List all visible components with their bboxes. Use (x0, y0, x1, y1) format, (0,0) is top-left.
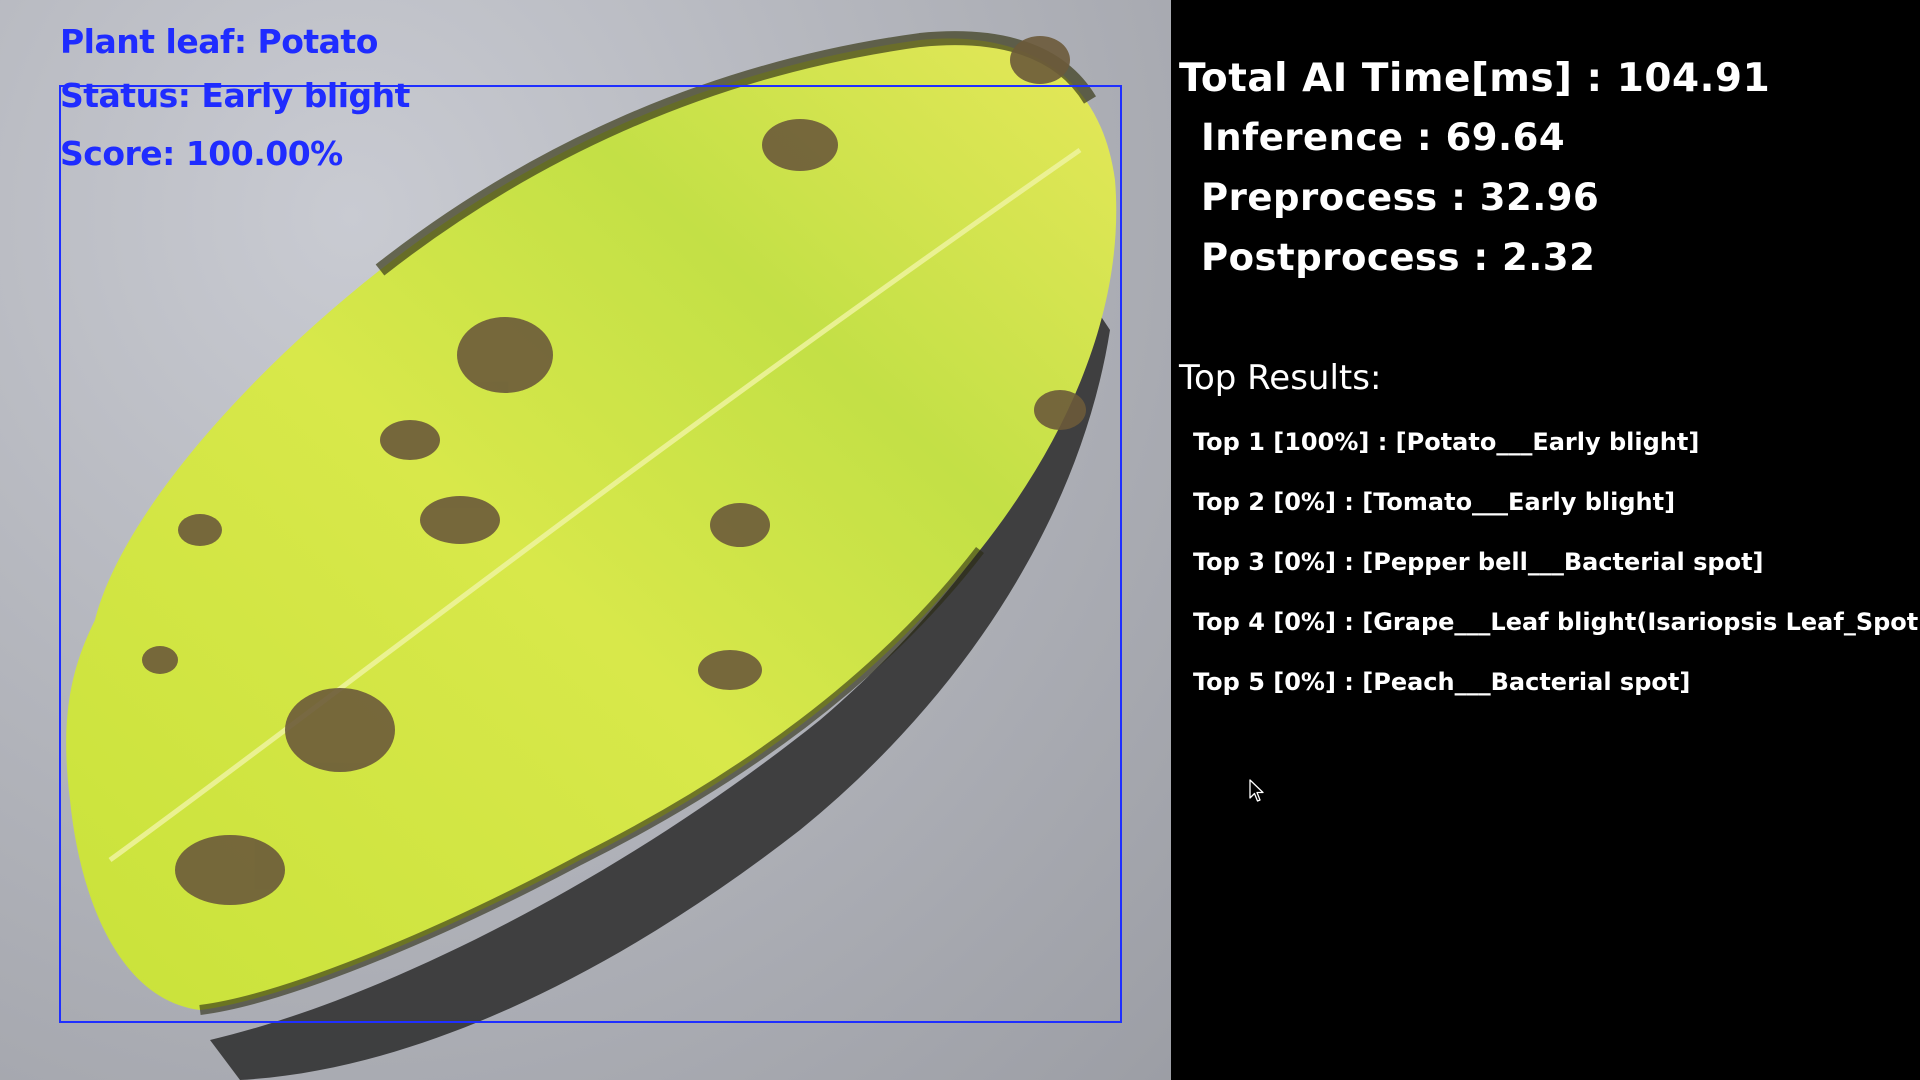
score-label: Score: 100.00% (60, 134, 343, 173)
inference-screen: Plant leaf: Potato Status: Early blight … (0, 0, 1920, 1080)
top-result-item: Top 3 [0%] : [Pepper bell___Bacterial sp… (1193, 548, 1764, 576)
postprocess-time: Postprocess : 2.32 (1201, 236, 1596, 279)
top-result-item: Top 1 [100%] : [Potato___Early blight] (1193, 428, 1700, 456)
preprocess-time: Preprocess : 32.96 (1201, 176, 1600, 219)
detection-bounding-box (59, 85, 1122, 1023)
status-label: Status: Early blight (60, 76, 410, 115)
plant-leaf-label: Plant leaf: Potato (60, 22, 378, 61)
top-result-item: Top 5 [0%] : [Peach___Bacterial spot] (1193, 668, 1691, 696)
mouse-pointer-icon (1249, 779, 1264, 802)
camera-image-pane: Plant leaf: Potato Status: Early blight … (0, 0, 1171, 1080)
inference-time: Inference : 69.64 (1201, 116, 1566, 159)
top-result-item: Top 2 [0%] : [Tomato___Early blight] (1193, 488, 1676, 516)
top-result-item: Top 4 [0%] : [Grape___Leaf blight(Isario… (1193, 608, 1920, 636)
top-results-title: Top Results: (1179, 358, 1382, 398)
total-ai-time: Total AI Time[ms] : 104.91 (1179, 56, 1771, 101)
stats-panel: Total AI Time[ms] : 104.91 Inference : 6… (1171, 0, 1920, 1080)
